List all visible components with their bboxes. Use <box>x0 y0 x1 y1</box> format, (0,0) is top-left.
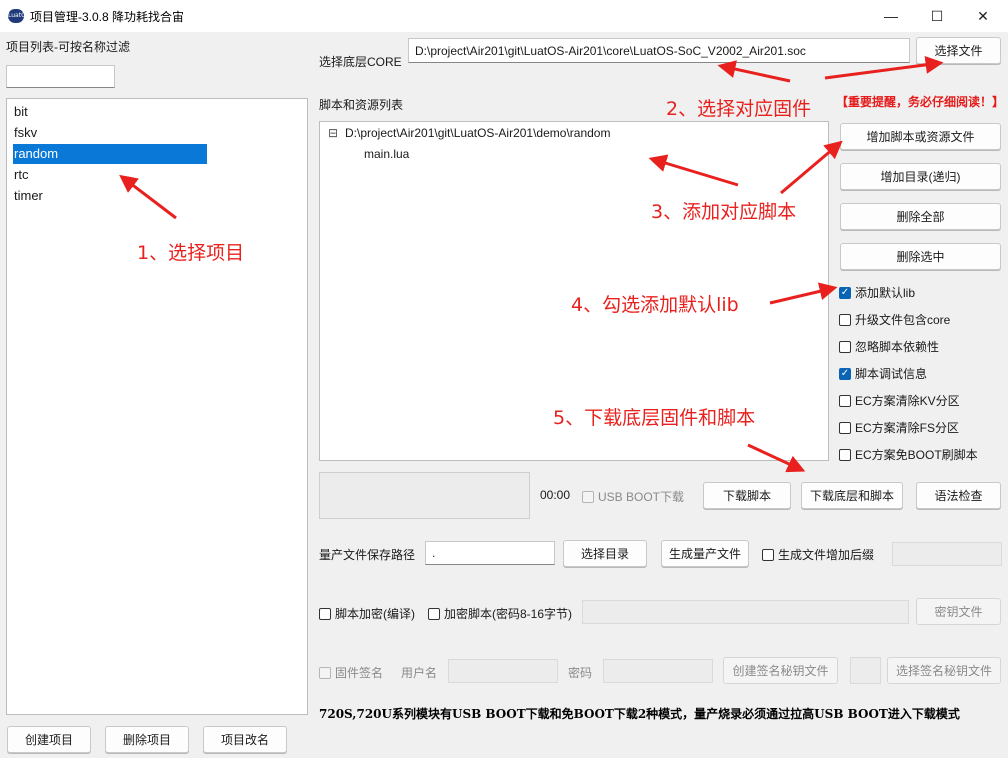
password-encrypt-checkbox[interactable]: 加密脚本(密码8-16字节) <box>428 605 572 622</box>
close-icon[interactable]: ✕ <box>960 0 1006 32</box>
add-script-button[interactable]: 增加脚本或资源文件 <box>840 123 1001 150</box>
rename-project-button[interactable]: 项目改名 <box>203 726 287 753</box>
production-path-input[interactable]: . <box>425 541 555 565</box>
option-clear-fs[interactable]: EC方案清除FS分区 <box>839 419 959 436</box>
choose-directory-button[interactable]: 选择目录 <box>563 540 647 567</box>
compile-encrypt-checkbox[interactable]: 脚本加密(编译) <box>319 605 415 622</box>
project-item-bit[interactable]: bit <box>13 102 207 122</box>
checkbox-icon[interactable] <box>839 448 851 461</box>
project-filter-input[interactable] <box>6 65 115 88</box>
usb-boot-info-text: 720S,720U系列模块有USB BOOT下载和免BOOT下载2种模式，量产烧… <box>319 707 960 721</box>
add-directory-button[interactable]: 增加目录(递归) <box>840 163 1001 190</box>
annotation-step2: 2、选择对应固件 <box>666 98 812 120</box>
choose-sign-key-button[interactable]: 选择签名秘钥文件 <box>887 657 1001 684</box>
checkbox-checked-icon[interactable]: ✓ <box>839 286 851 299</box>
annotation-step3: 3、添加对应脚本 <box>651 201 797 223</box>
project-item-random[interactable]: random <box>13 144 207 164</box>
create-sign-key-button[interactable]: 创建签名秘钥文件 <box>723 657 838 684</box>
delete-selected-button[interactable]: 删除选中 <box>840 243 1001 270</box>
create-project-button[interactable]: 创建项目 <box>7 726 91 753</box>
checkbox-icon[interactable] <box>428 607 440 620</box>
checkbox-icon[interactable] <box>762 548 774 561</box>
project-item-fskv[interactable]: fskv <box>13 123 207 143</box>
checkbox-icon[interactable] <box>839 421 851 434</box>
usb-boot-checkbox[interactable]: USB BOOT下载 <box>582 488 684 505</box>
option-ignore-dependency[interactable]: 忽略脚本依赖性 <box>839 338 939 355</box>
app-logo-icon: LuatOS <box>8 9 30 23</box>
annotation-step5: 5、下载底层固件和脚本 <box>553 407 756 429</box>
checkbox-icon[interactable] <box>839 340 851 353</box>
collapse-icon[interactable]: ⊟ <box>328 126 338 140</box>
production-path-label: 量产文件保存路径 <box>319 548 416 562</box>
checkbox-icon[interactable] <box>582 490 594 503</box>
core-path-input[interactable]: D:\project\Air201\git\LuatOS-Air201\core… <box>408 38 910 63</box>
firmware-sign-checkbox[interactable]: 固件签名 <box>319 664 383 681</box>
annotation-step4: 4、勾选添加默认lib <box>571 294 739 316</box>
checkbox-icon[interactable] <box>839 313 851 326</box>
generate-production-file-button[interactable]: 生成量产文件 <box>661 540 749 567</box>
progress-area <box>319 472 530 519</box>
download-core-and-script-button[interactable]: 下载底层和脚本 <box>801 482 903 509</box>
checkbox-icon[interactable] <box>839 394 851 407</box>
option-upgrade-include-core[interactable]: 升级文件包含core <box>839 311 950 328</box>
project-list[interactable]: bit fskv random rtc timer <box>6 98 308 715</box>
window-title: 项目管理-3.0.8 降功耗找合宙 <box>30 10 185 24</box>
project-item-rtc[interactable]: rtc <box>13 165 207 185</box>
option-debug-info[interactable]: ✓ 脚本调试信息 <box>839 365 927 382</box>
delete-all-button[interactable]: 删除全部 <box>840 203 1001 230</box>
maximize-icon[interactable]: ☐ <box>914 0 960 32</box>
option-no-boot-flash[interactable]: EC方案免BOOT刷脚本 <box>839 446 978 463</box>
username-label: 用户名 <box>401 666 438 680</box>
tree-root-folder[interactable]: D:\project\Air201\git\LuatOS-Air201\demo… <box>345 126 610 140</box>
download-script-button[interactable]: 下载脚本 <box>703 482 791 509</box>
arrow-step2-left <box>717 60 791 83</box>
syntax-check-button[interactable]: 语法检查 <box>916 482 1001 509</box>
tree-file-item[interactable]: main.lua <box>364 147 409 161</box>
scripts-label: 脚本和资源列表 <box>319 98 404 112</box>
password-label: 密码 <box>568 666 593 680</box>
sign-key-path-input[interactable] <box>850 657 881 684</box>
encrypt-key-input[interactable] <box>582 600 909 624</box>
project-list-heading: 项目列表-可按名称过滤 <box>6 40 130 54</box>
add-suffix-checkbox[interactable]: 生成文件增加后缀 <box>762 546 874 563</box>
minimize-icon[interactable]: — <box>868 0 914 32</box>
title-bar: LuatOS 项目管理-3.0.8 降功耗找合宙 — ☐ ✕ <box>0 0 1008 32</box>
suffix-input[interactable] <box>892 542 1002 566</box>
download-timer: 00:00 <box>540 488 571 502</box>
checkbox-checked-icon[interactable]: ✓ <box>839 367 851 380</box>
arrow-step2-right <box>824 55 944 80</box>
delete-project-button[interactable]: 删除项目 <box>105 726 189 753</box>
username-input[interactable] <box>448 659 558 683</box>
option-add-default-lib[interactable]: ✓ 添加默认lib <box>839 284 915 301</box>
important-warning: 【重要提醒，务必仔细阅读！】 <box>836 95 1005 109</box>
core-label: 选择底层CORE <box>319 55 402 69</box>
password-input[interactable] <box>603 659 713 683</box>
checkbox-icon[interactable] <box>319 666 331 679</box>
checkbox-icon[interactable] <box>319 607 331 620</box>
project-item-timer[interactable]: timer <box>13 186 207 206</box>
key-file-button[interactable]: 密钥文件 <box>916 598 1001 625</box>
annotation-step1: 1、选择项目 <box>137 242 245 264</box>
choose-core-button[interactable]: 选择文件 <box>916 37 1001 64</box>
option-clear-kv[interactable]: EC方案清除KV分区 <box>839 392 960 409</box>
